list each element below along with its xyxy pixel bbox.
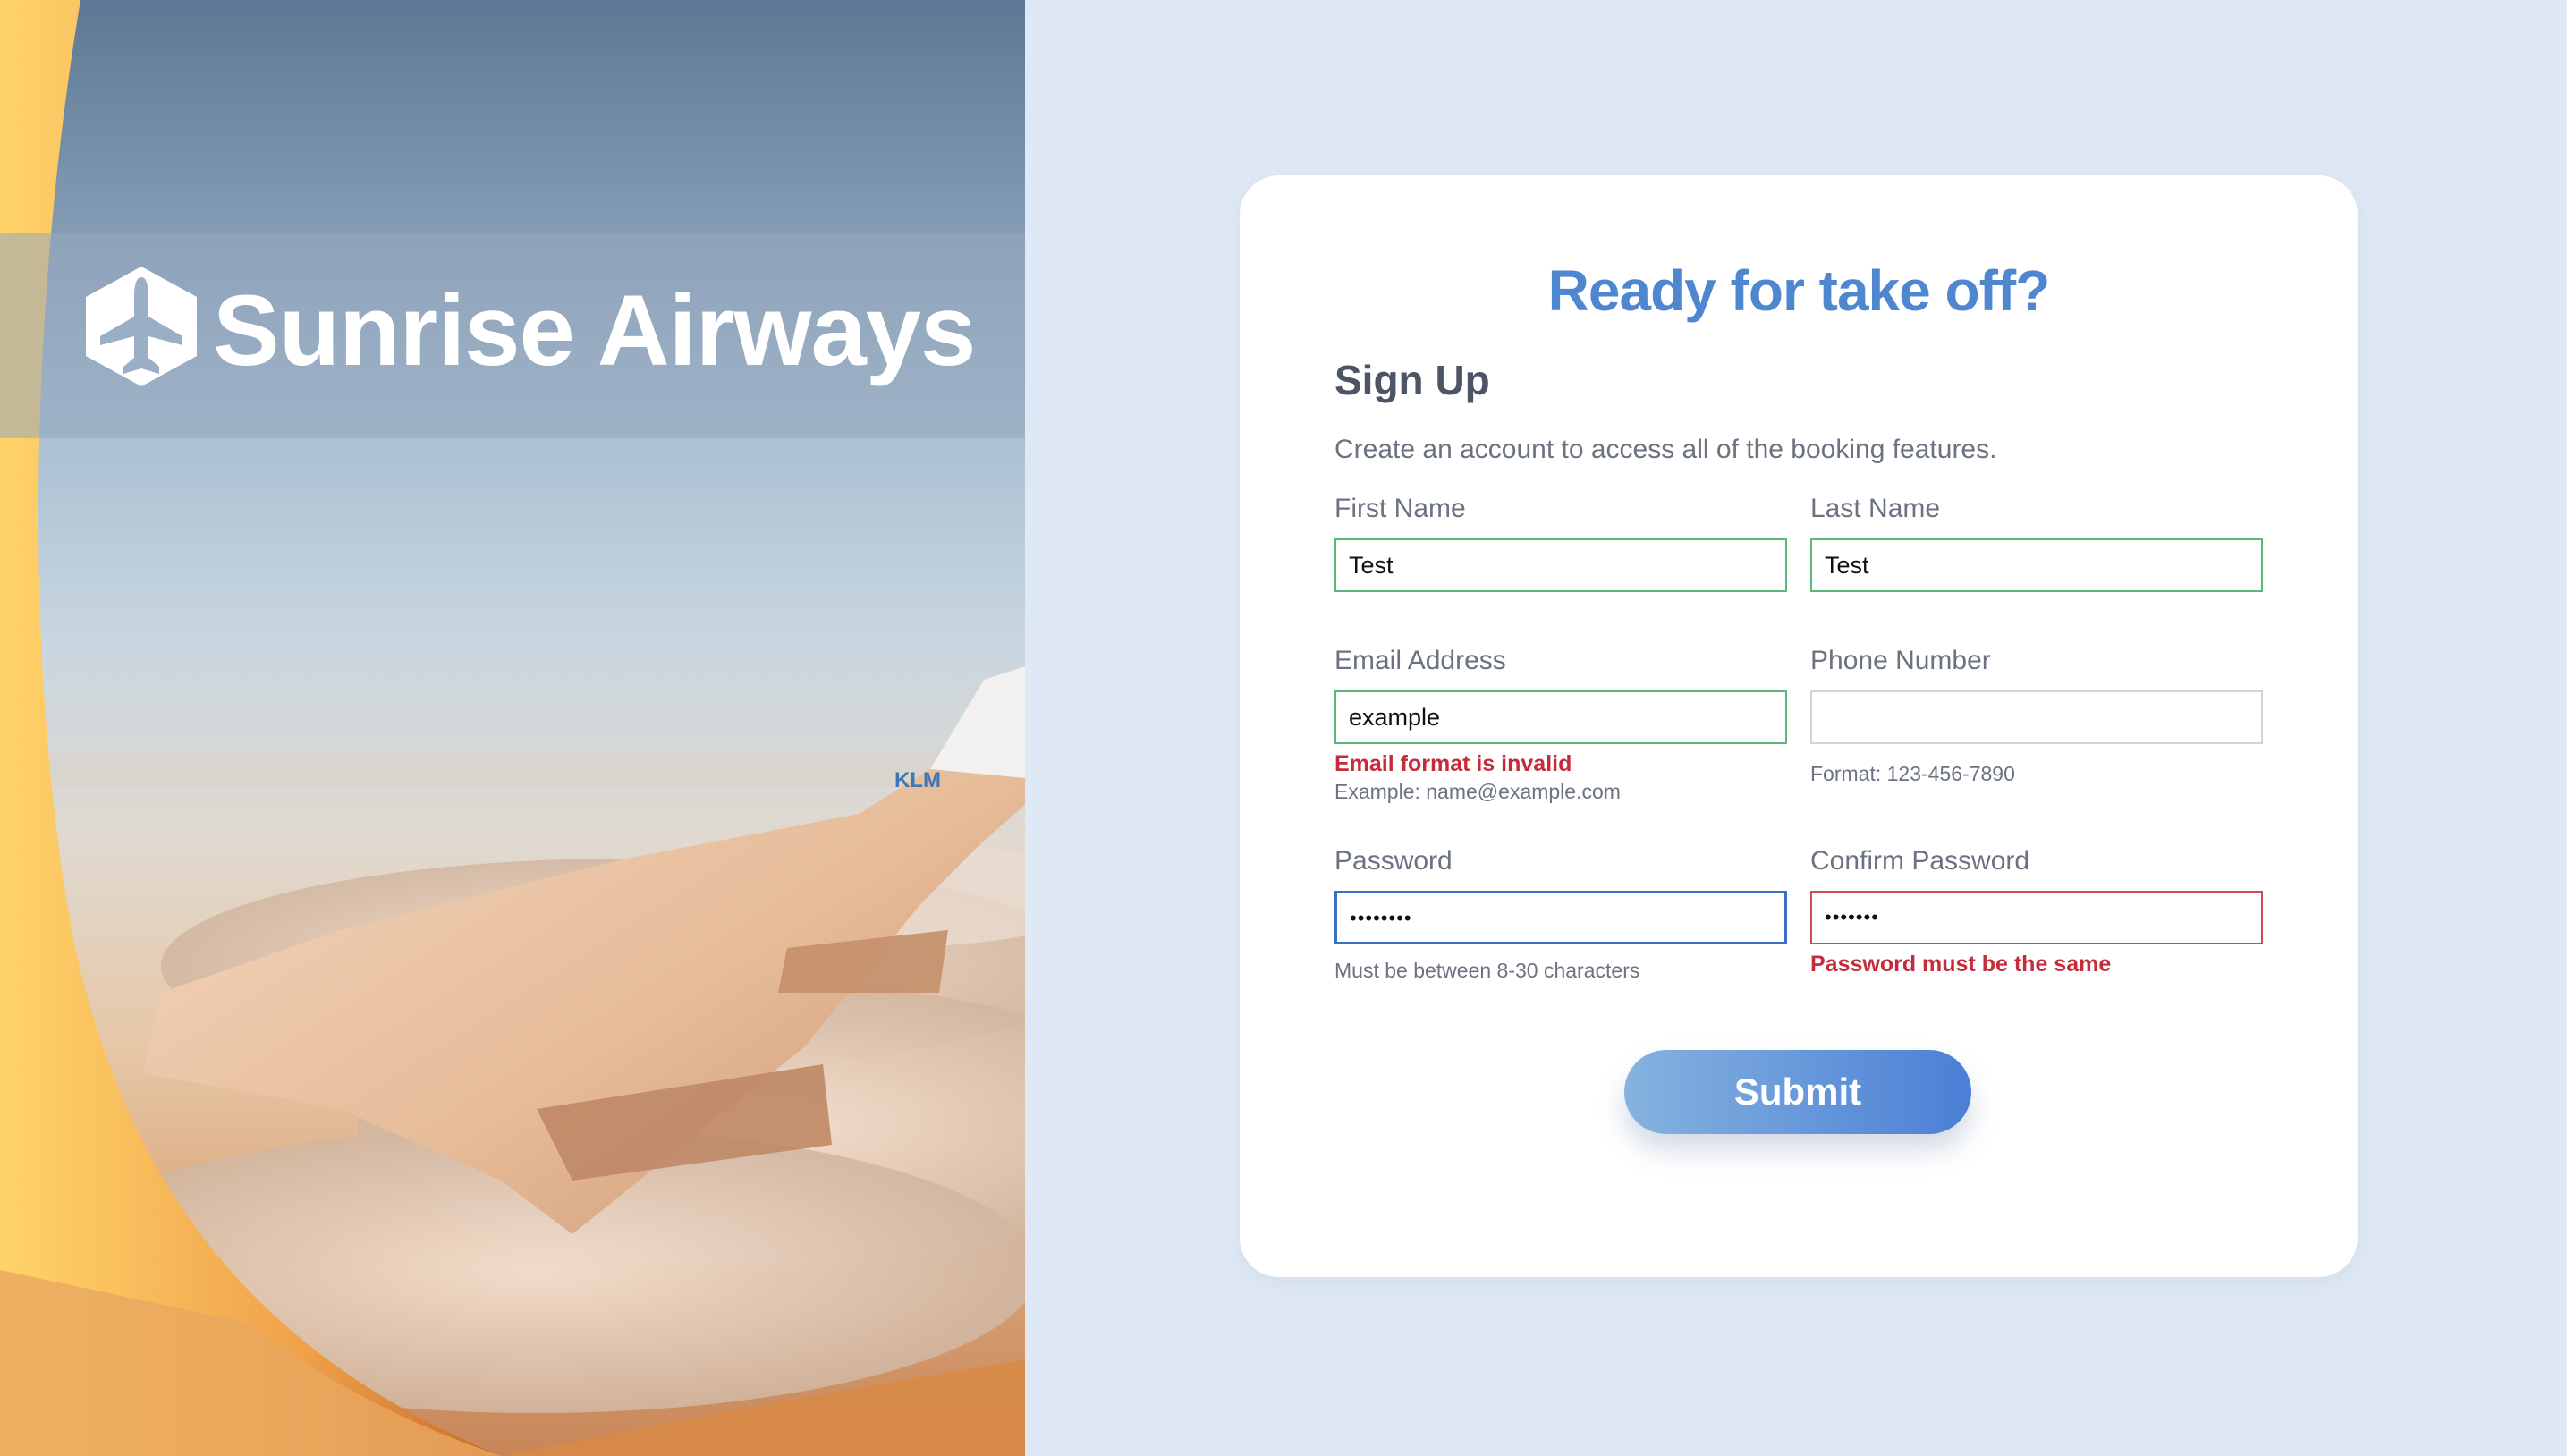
- email-hint: Example: name@example.com: [1334, 780, 1621, 803]
- last-name-input[interactable]: Test: [1810, 538, 2263, 592]
- form-title: Sign Up: [1334, 357, 1490, 403]
- password-label: Password: [1334, 846, 1453, 876]
- form-description: Create an account to access all of the b…: [1334, 435, 1997, 464]
- first-name-label: First Name: [1334, 494, 1466, 523]
- airplane-window-illustration: KLM: [0, 0, 1025, 1456]
- email-error: Email format is invalid: [1334, 751, 1572, 776]
- phone-hint: Format: 123-456-7890: [1810, 762, 2015, 785]
- wing-logo-text: KLM: [894, 768, 941, 792]
- phone-label: Phone Number: [1810, 646, 1991, 675]
- confirm-password-error: Password must be the same: [1810, 952, 2112, 977]
- confirm-password-label: Confirm Password: [1810, 846, 2030, 876]
- last-name-label: Last Name: [1810, 494, 1941, 523]
- email-label: Email Address: [1334, 646, 1506, 675]
- signup-card: Ready for take off? Sign Up Create an ac…: [1240, 175, 2358, 1277]
- first-name-input[interactable]: Test: [1334, 538, 1787, 592]
- submit-button[interactable]: Submit: [1624, 1050, 1971, 1134]
- page-headline: Ready for take off?: [1547, 258, 2051, 323]
- phone-input[interactable]: [1810, 690, 2263, 744]
- email-input[interactable]: example: [1334, 690, 1787, 744]
- password-input[interactable]: ••••••••: [1334, 891, 1787, 944]
- hero-image: KLM Sunrise Airways: [0, 0, 1025, 1456]
- airplane-logo-icon: [86, 267, 197, 386]
- brand-name: Sunrise Airways: [213, 275, 976, 386]
- password-hint: Must be between 8-30 characters: [1334, 959, 1640, 982]
- confirm-password-input[interactable]: •••••••: [1810, 891, 2263, 944]
